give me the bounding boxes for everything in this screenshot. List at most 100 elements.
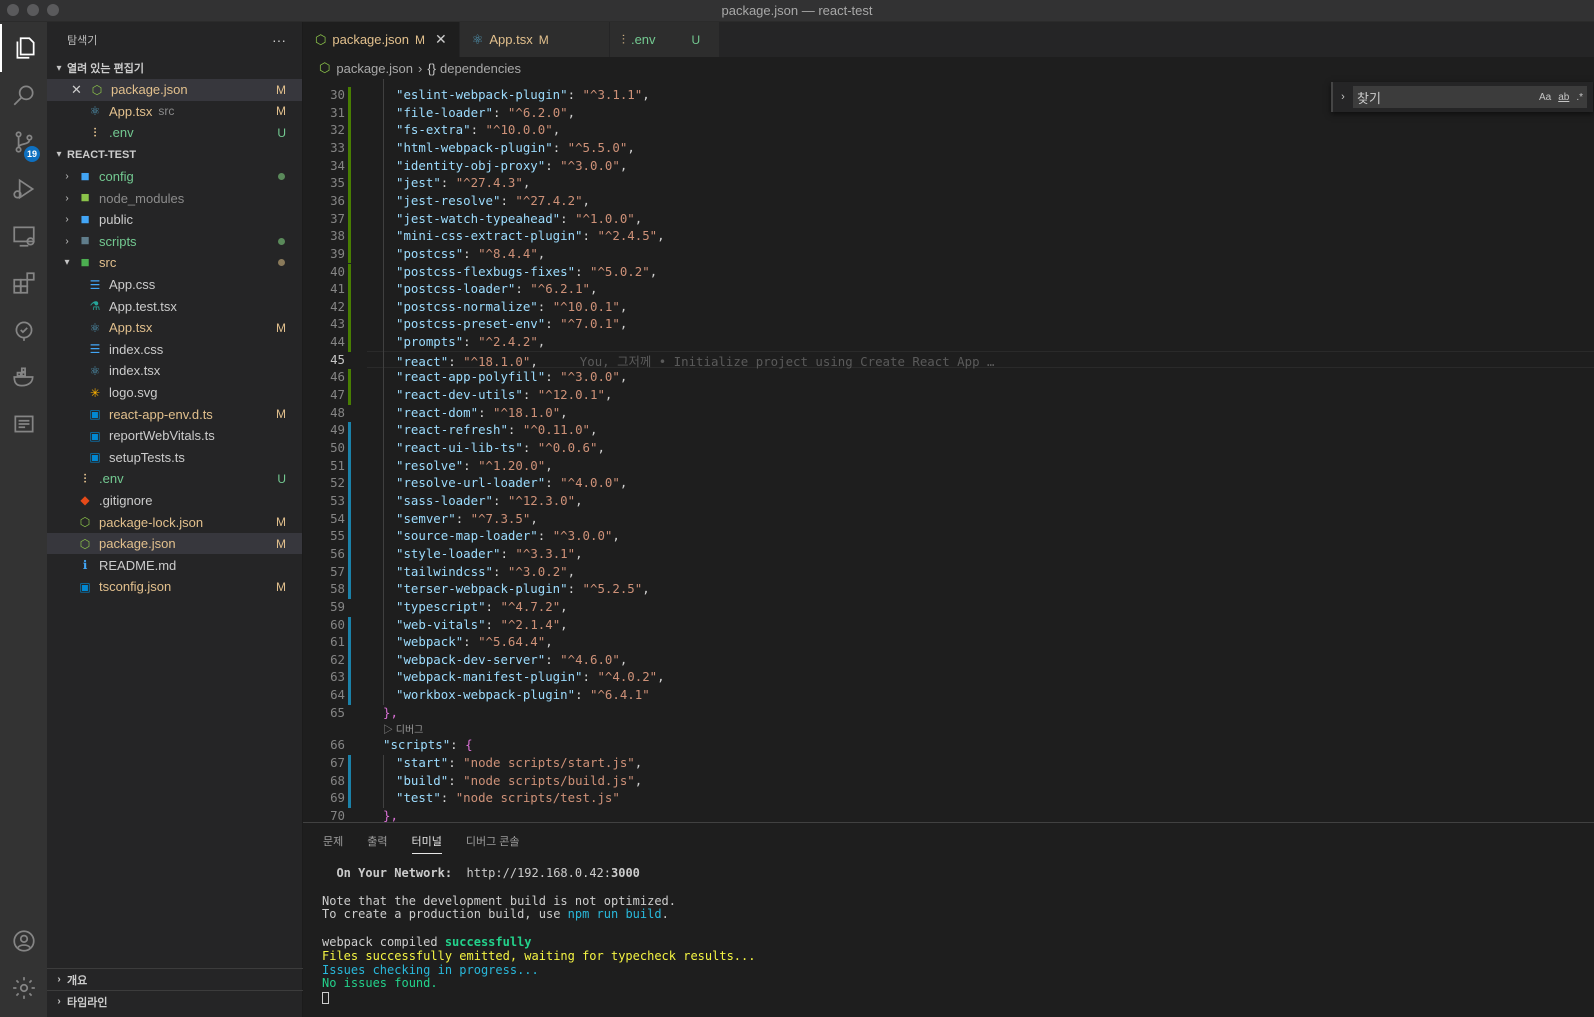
code-line: "file-loader": "^6.2.0", (396, 105, 575, 120)
file-item[interactable]: ▣ react-app-env.d.ts M (47, 403, 302, 425)
file-item[interactable]: ⫶ .env U (47, 468, 302, 490)
search-button[interactable] (0, 71, 47, 119)
timeline-section[interactable]: › 타임라인 (47, 990, 303, 1012)
file-item[interactable]: ⬡ package.json M (47, 532, 302, 555)
git-change-marker (348, 157, 351, 176)
chevron-right-icon: › (65, 235, 69, 247)
code-line: "webpack-dev-server": "^4.6.0", (396, 652, 627, 667)
colon: : (478, 404, 493, 420)
source-control-button[interactable]: 19 (0, 118, 47, 166)
close-icon[interactable]: ✕ (435, 31, 447, 48)
toggle-replace-button[interactable]: › (1333, 91, 1353, 103)
file-item[interactable]: ☰ App.css (47, 274, 302, 296)
tab-packagejson[interactable]: ⬡ package.json M ✕ (303, 22, 460, 57)
file-item[interactable]: ▣ tsconfig.json M (47, 576, 302, 598)
scm-badge: 19 (24, 146, 41, 162)
file-item[interactable]: ⚛ App.tsx M (47, 317, 302, 339)
bottom-panel: 문제 출력 터미널 디버그 콘솔 On Your Network: http://19… (303, 822, 1594, 1017)
file-item[interactable]: ⚗ App.test.tsx (47, 295, 302, 317)
folder-item[interactable]: › ■ public (47, 209, 302, 231)
folder-item[interactable]: › ■ scripts (47, 231, 302, 253)
tab-env[interactable]: ⫶ .env U (609, 22, 720, 57)
remote-explorer-button[interactable] (0, 212, 47, 260)
debug-codelens[interactable]: ▷ 디버그 (383, 721, 423, 736)
file-item[interactable]: ℹ README.md (47, 554, 302, 576)
git-change-marker (348, 245, 351, 264)
file-item[interactable]: ⬡ package-lock.json M (47, 511, 302, 533)
folder-item[interactable]: › ■ config (47, 166, 302, 188)
more-actions-button[interactable]: ··· (272, 32, 286, 48)
line-number: 36 (330, 192, 345, 208)
code-string: " (612, 369, 620, 385)
file-item[interactable]: ⚛ index.tsx (47, 360, 302, 382)
file-item[interactable]: ✳ logo.svg (47, 382, 302, 404)
git-change-marker (348, 281, 351, 299)
terminal-output[interactable]: On Your Network: http://192.168.0.42:300… (322, 866, 755, 1005)
extensions-button[interactable] (0, 259, 47, 307)
match-case-button[interactable]: Aa (1539, 92, 1551, 103)
code-string-text: ^3.1.1 (589, 87, 635, 102)
accounts-button[interactable] (0, 917, 47, 965)
code-string: " (500, 616, 508, 632)
git-status: M (276, 536, 286, 551)
flask-icon (15, 321, 32, 341)
open-editor-item[interactable]: ⚛ App.tsx src M (47, 101, 302, 123)
code-string: " (515, 175, 523, 191)
outline-section[interactable]: › 개요 (47, 968, 303, 990)
npm-icon: ⬡ (91, 82, 103, 97)
file-item[interactable]: ▣ setupTests.ts (47, 447, 302, 469)
find-input[interactable]: 찾기 Aa ab .* (1353, 86, 1587, 108)
git-change-marker (348, 228, 351, 246)
manage-button[interactable] (0, 964, 47, 1012)
panel-tab[interactable]: 터미널 (411, 829, 442, 854)
account-icon (12, 930, 35, 952)
run-debug-button[interactable] (0, 165, 47, 213)
file-item[interactable]: ◆ .gitignore (47, 490, 302, 512)
code-line: "tailwindcss": "^3.0.2", (396, 564, 575, 579)
tree-item-label: README.md (99, 557, 177, 573)
line-number: 61 (330, 634, 345, 650)
code-string: " (560, 157, 568, 173)
comma: , (634, 772, 643, 788)
file-item[interactable]: ☰ index.css (47, 339, 302, 361)
docker-button[interactable] (0, 353, 47, 401)
code-editor[interactable]: 30 31 32 33 34 35 36 37 38 39 40 41 42 43 44 45 46 47 48 49… (303, 79, 1594, 822)
colon: : (582, 669, 598, 685)
code-key: " (478, 598, 486, 614)
panel-tab[interactable]: 출력 (367, 829, 387, 853)
checking-line: Issues checking in progress... (322, 962, 539, 977)
comma: , (590, 422, 598, 438)
code-line: "identity-obj-proxy": "^3.0.0", (396, 158, 627, 173)
code-line: "sass-loader": "^12.3.0", (396, 493, 583, 508)
project-section[interactable]: ▾ REACT-TEST (47, 144, 302, 166)
tab-apptsx[interactable]: ⚛ App.tsx M (459, 22, 610, 57)
code-string-text: ^3.3.1 (522, 545, 568, 561)
breadcrumb-symbol[interactable]: dependencies (440, 61, 521, 76)
line-number: 35 (330, 175, 345, 191)
open-editor-item[interactable]: ✕ ⬡ package.json M (47, 79, 302, 101)
open-editors-section[interactable]: ▾ 열려 있는 편집기 (47, 57, 302, 79)
testing-button[interactable] (0, 306, 47, 354)
line-number: 40 (330, 263, 345, 279)
output-view-button[interactable] (0, 400, 47, 448)
explorer-button[interactable] (0, 24, 47, 72)
code-line: "resolve-url-loader": "^4.0.0", (396, 475, 627, 490)
colon: : (450, 737, 466, 753)
panel-tab[interactable]: 디버그 콘솔 (466, 829, 520, 853)
file-item[interactable]: ▣ reportWebVitals.ts (47, 425, 302, 447)
close-icon[interactable]: ✕ (71, 82, 87, 98)
comma: , (567, 563, 576, 579)
file-type-icon: ☰ (89, 342, 101, 357)
comma: , (597, 440, 605, 455)
code-string: " (560, 475, 568, 491)
code-key-text: test (403, 790, 434, 806)
line-number: 60 (330, 616, 345, 632)
match-word-button[interactable]: ab (1558, 92, 1569, 103)
folder-item[interactable]: ▾ ■ src (47, 252, 302, 274)
open-editor-item[interactable]: ⫶ .env U (47, 122, 302, 144)
breadcrumb-file[interactable]: package.json (336, 61, 413, 76)
line-number: 31 (330, 104, 345, 120)
folder-item[interactable]: › ■ node_modules (47, 187, 302, 209)
regex-button[interactable]: .* (1576, 92, 1583, 103)
panel-tab[interactable]: 문제 (323, 829, 343, 853)
